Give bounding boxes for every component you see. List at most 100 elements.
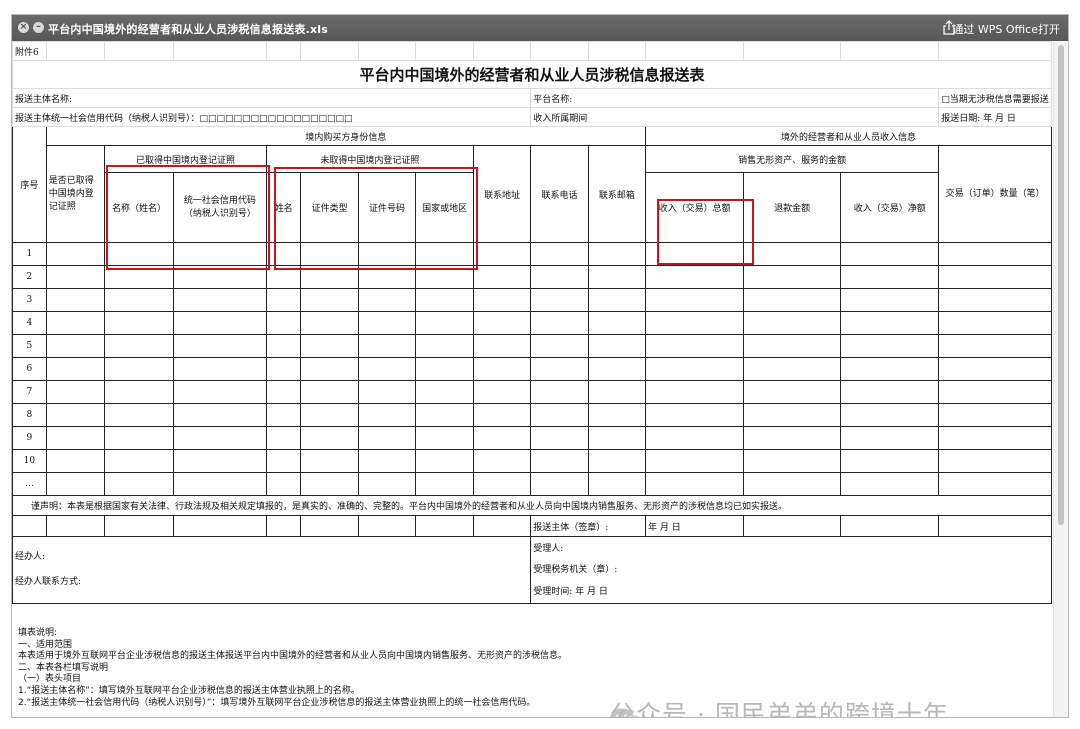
table-cell[interactable]: [938, 403, 1052, 427]
table-cell[interactable]: [840, 380, 940, 404]
table-cell[interactable]: [265, 403, 302, 427]
table-cell[interactable]: [840, 403, 940, 427]
table-cell[interactable]: [743, 311, 842, 335]
table-row[interactable]: 7: [12, 380, 1052, 404]
table-cell[interactable]: [265, 334, 302, 358]
table-row[interactable]: 10: [12, 449, 1052, 473]
table-cell[interactable]: [104, 403, 174, 427]
row-number[interactable]: 9: [12, 426, 47, 450]
table-cell[interactable]: [645, 311, 745, 335]
table-cell[interactable]: [104, 357, 174, 381]
table-cell[interactable]: [45, 357, 106, 381]
table-cell[interactable]: [300, 288, 359, 312]
table-cell[interactable]: [530, 380, 589, 404]
table-cell[interactable]: [357, 311, 417, 335]
row-number[interactable]: 10: [12, 449, 47, 473]
table-cell[interactable]: [840, 472, 940, 496]
table-cell[interactable]: [530, 426, 589, 450]
table-cell[interactable]: [938, 426, 1052, 450]
table-cell[interactable]: [938, 357, 1052, 381]
minimize-icon[interactable]: –: [33, 22, 44, 33]
table-cell[interactable]: [104, 334, 174, 358]
table-row[interactable]: 8: [12, 403, 1052, 427]
table-cell[interactable]: [840, 311, 940, 335]
table-cell[interactable]: [45, 472, 106, 496]
table-cell[interactable]: [530, 472, 589, 496]
vertical-scrollbar[interactable]: [1053, 41, 1068, 717]
table-cell[interactable]: [265, 357, 302, 381]
table-cell[interactable]: [530, 334, 589, 358]
table-cell[interactable]: [938, 449, 1052, 473]
table-cell[interactable]: [45, 242, 106, 266]
table-cell[interactable]: [743, 449, 842, 473]
table-cell[interactable]: [645, 265, 745, 289]
close-icon[interactable]: ×: [18, 22, 29, 33]
table-cell[interactable]: [587, 288, 647, 312]
table-cell[interactable]: [530, 288, 589, 312]
table-cell[interactable]: [587, 426, 647, 450]
table-cell[interactable]: [104, 472, 174, 496]
no-info-checkbox[interactable]: □当期无涉税信息需要报送: [938, 88, 1052, 108]
table-cell[interactable]: [265, 288, 302, 312]
table-cell[interactable]: [743, 242, 842, 266]
table-cell[interactable]: [840, 288, 940, 312]
table-cell[interactable]: [472, 472, 532, 496]
table-cell[interactable]: [415, 357, 474, 381]
table-cell[interactable]: [743, 357, 842, 381]
table-cell[interactable]: [172, 426, 267, 450]
table-cell[interactable]: [472, 357, 532, 381]
table-cell[interactable]: [415, 334, 474, 358]
table-cell[interactable]: [587, 242, 647, 266]
table-cell[interactable]: [743, 472, 842, 496]
table-cell[interactable]: [938, 311, 1052, 335]
table-cell[interactable]: [300, 403, 359, 427]
table-cell[interactable]: [645, 403, 745, 427]
table-cell[interactable]: [530, 357, 589, 381]
table-cell[interactable]: [472, 426, 532, 450]
table-row[interactable]: …: [12, 472, 1052, 496]
row-number[interactable]: 7: [12, 380, 47, 404]
table-cell[interactable]: [300, 311, 359, 335]
table-cell[interactable]: [415, 288, 474, 312]
row-number[interactable]: 4: [12, 311, 47, 335]
table-cell[interactable]: [45, 265, 106, 289]
table-cell[interactable]: [938, 334, 1052, 358]
table-cell[interactable]: [172, 334, 267, 358]
table-cell[interactable]: [472, 311, 532, 335]
table-cell[interactable]: [840, 449, 940, 473]
table-cell[interactable]: [415, 380, 474, 404]
table-cell[interactable]: [938, 242, 1052, 266]
table-row[interactable]: 5: [12, 334, 1052, 358]
table-row[interactable]: 3: [12, 288, 1052, 312]
table-cell[interactable]: [357, 380, 417, 404]
table-cell[interactable]: [104, 426, 174, 450]
row-number[interactable]: 6: [12, 357, 47, 381]
table-cell[interactable]: [265, 311, 302, 335]
table-cell[interactable]: [172, 472, 267, 496]
table-cell[interactable]: [743, 265, 842, 289]
table-cell[interactable]: [472, 334, 532, 358]
table-cell[interactable]: [104, 288, 174, 312]
table-cell[interactable]: [265, 449, 302, 473]
table-cell[interactable]: [840, 334, 940, 358]
row-number[interactable]: 2: [12, 265, 47, 289]
table-cell[interactable]: [45, 288, 106, 312]
table-cell[interactable]: [300, 357, 359, 381]
table-cell[interactable]: [104, 449, 174, 473]
table-cell[interactable]: [587, 380, 647, 404]
table-cell[interactable]: [300, 449, 359, 473]
table-cell[interactable]: [645, 426, 745, 450]
table-cell[interactable]: [587, 311, 647, 335]
table-cell[interactable]: [530, 403, 589, 427]
table-cell[interactable]: [645, 472, 745, 496]
table-cell[interactable]: [472, 288, 532, 312]
table-cell[interactable]: [840, 357, 940, 381]
table-cell[interactable]: [357, 449, 417, 473]
table-cell[interactable]: [472, 380, 532, 404]
row-number[interactable]: …: [12, 472, 47, 496]
row-number[interactable]: 1: [12, 242, 47, 266]
table-cell[interactable]: [472, 449, 532, 473]
table-cell[interactable]: [587, 472, 647, 496]
table-cell[interactable]: [45, 311, 106, 335]
table-cell[interactable]: [743, 380, 842, 404]
